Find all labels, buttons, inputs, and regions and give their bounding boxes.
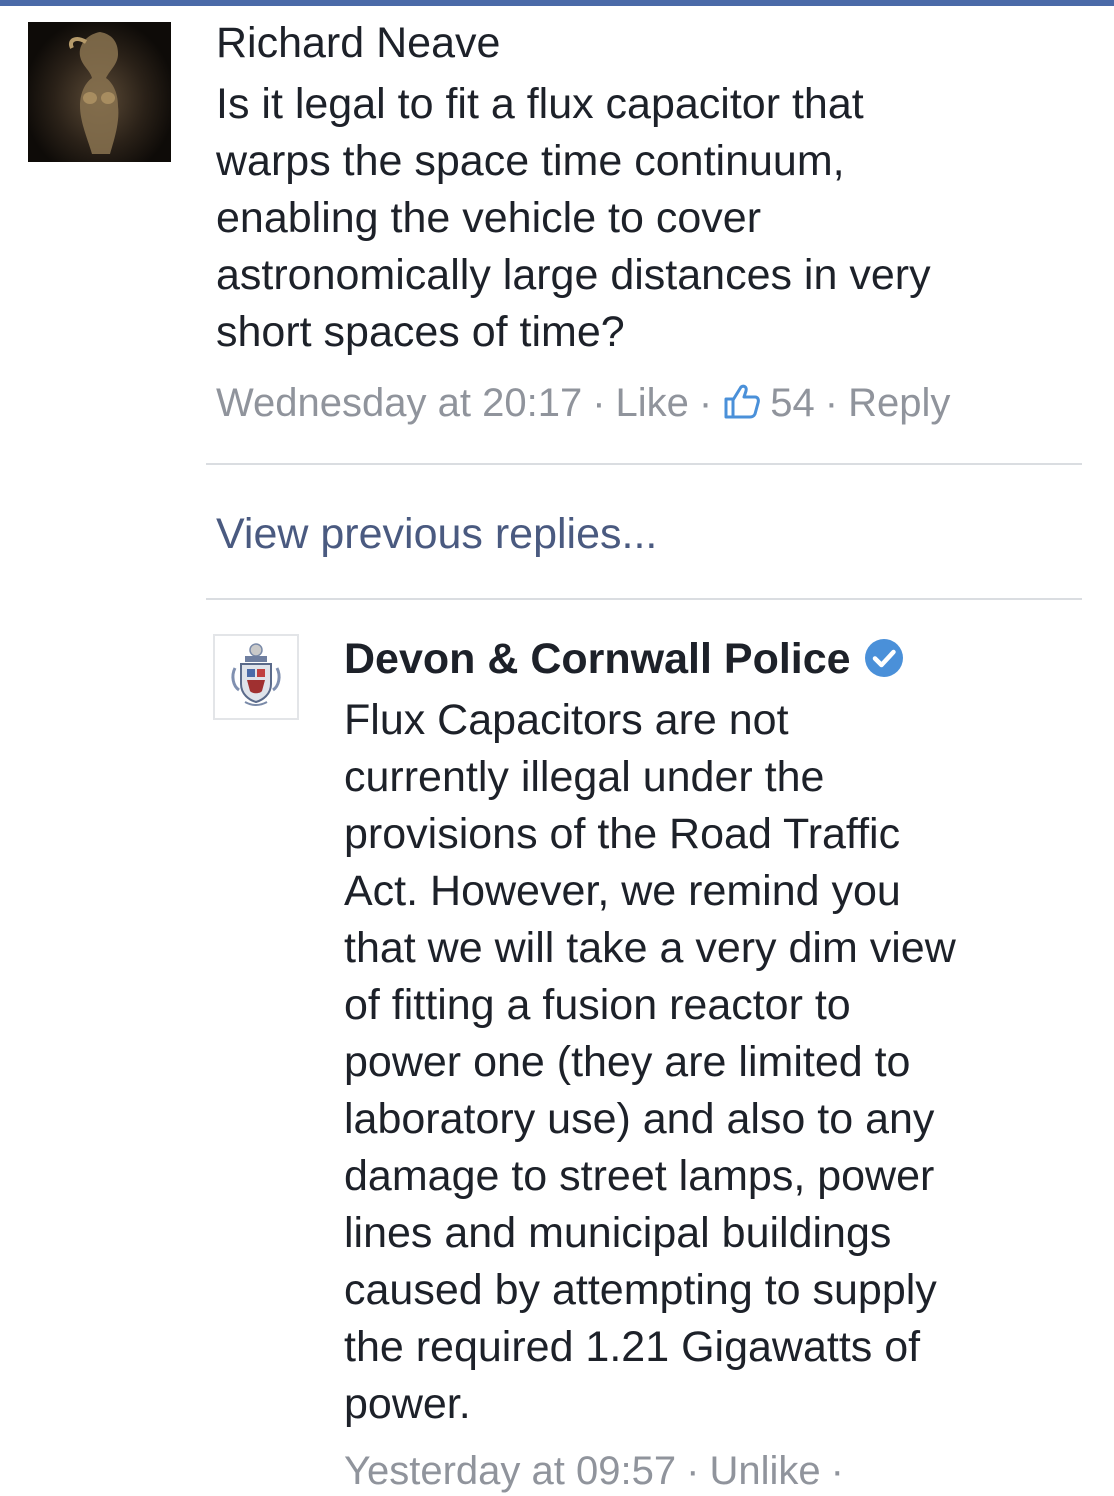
reply-line: Act. However, we remind you (344, 867, 901, 915)
reply-link[interactable]: Reply (848, 381, 950, 425)
reply-timestamp[interactable]: Yesterday at 09:57 (344, 1449, 676, 1493)
reply-body: Flux Capacitors are not currently illega… (344, 692, 1094, 1433)
separator: · (830, 1449, 844, 1493)
police-avatar[interactable] (213, 634, 299, 720)
reply-author-name[interactable]: Devon & Cornwall Police (344, 634, 905, 684)
separator: · (686, 1449, 700, 1493)
reply-line: that we will take a very dim view (344, 924, 956, 972)
unlike-link[interactable]: Unlike (709, 1449, 820, 1493)
reply-meta: Yesterday at 09:57 · Unlike · (344, 1446, 854, 1496)
separator: · (824, 381, 839, 425)
reply-line: the required 1.21 Gigawatts of (344, 1323, 921, 1371)
divider (206, 598, 1082, 600)
comment-line: enabling the vehicle to cover (216, 194, 762, 242)
reply-line: currently illegal under the (344, 753, 825, 801)
avatar[interactable] (28, 22, 171, 162)
reply-line: of fitting a fusion reactor to (344, 981, 851, 1029)
view-previous-replies-link[interactable]: View previous replies... (216, 508, 657, 560)
reaction-count[interactable]: 54 (722, 381, 815, 425)
separator: · (698, 381, 713, 425)
comment-line: Is it legal to fit a flux capacitor that (216, 80, 864, 128)
reply-line: laboratory use) and also to any (344, 1095, 935, 1143)
reply-line: damage to street lamps, power (344, 1152, 935, 1200)
comment-line: warps the space time continuum, (216, 137, 845, 185)
reply-line: lines and municipal buildings (344, 1209, 892, 1257)
reply-line: power one (they are limited to (344, 1038, 911, 1086)
verified-badge-icon (864, 639, 903, 677)
comment-body: Is it legal to fit a flux capacitor that… (216, 76, 1096, 361)
reply-line: Flux Capacitors are not (344, 696, 789, 744)
avatar-figure-image (69, 32, 119, 154)
comment-line: astronomically large distances in very (216, 251, 931, 299)
reply-line: caused by attempting to supply (344, 1266, 937, 1314)
thumbs-up-icon (724, 384, 761, 419)
comment-timestamp[interactable]: Wednesday at 20:17 (216, 381, 582, 425)
top-border (0, 0, 1114, 6)
police-crest-icon (231, 643, 281, 706)
comment-line: short spaces of time? (216, 308, 625, 356)
comment-meta: Wednesday at 20:17 · Like · 54 · Reply (216, 378, 950, 428)
like-link[interactable]: Like (616, 381, 689, 425)
like-count: 54 (770, 381, 815, 425)
reply-line: provisions of the Road Traffic (344, 810, 901, 858)
separator: · (592, 381, 606, 425)
reply-author-label: Devon & Cornwall Police (344, 635, 851, 683)
divider (206, 463, 1082, 465)
reply-line: power. (344, 1380, 471, 1428)
comment-author-name[interactable]: Richard Neave (216, 18, 500, 68)
